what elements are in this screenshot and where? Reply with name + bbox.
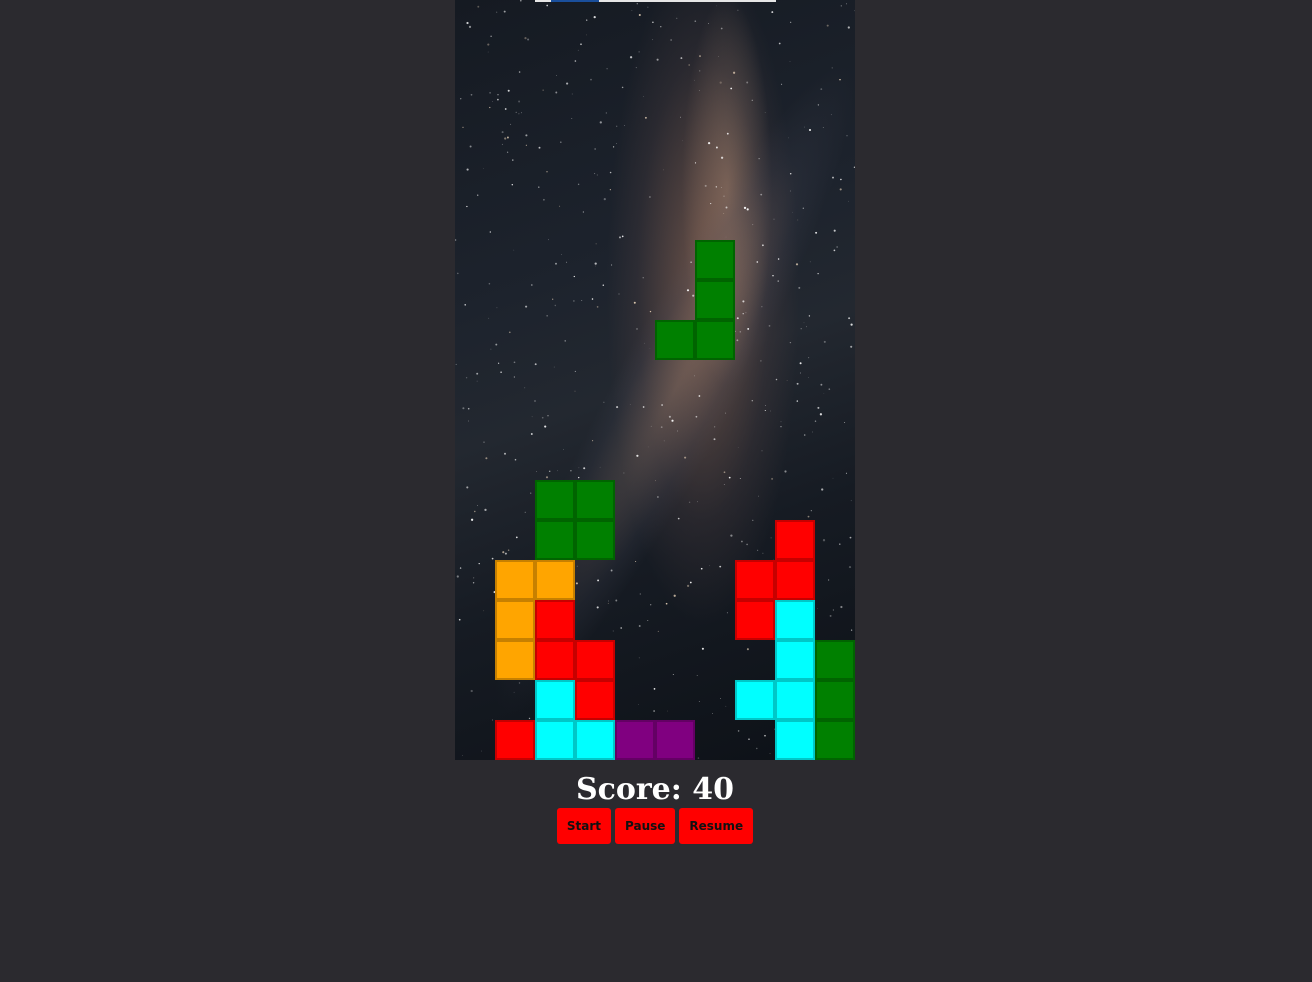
settled-block-green: [815, 720, 855, 760]
top-edge-accent: [551, 0, 599, 2]
resume-button[interactable]: Resume: [679, 808, 754, 844]
falling-piece-block: [695, 280, 735, 320]
settled-block-green: [535, 520, 575, 560]
settled-block-purple: [615, 720, 655, 760]
settled-block-cyan: [535, 720, 575, 760]
settled-block-red: [735, 600, 775, 640]
settled-block-cyan: [775, 720, 815, 760]
settled-block-orange: [495, 640, 535, 680]
control-bar: Start Pause Resume: [455, 808, 855, 844]
game-board: [455, 0, 855, 760]
settled-block-orange: [535, 560, 575, 600]
settled-block-red: [495, 720, 535, 760]
settled-block-cyan: [775, 680, 815, 720]
settled-block-red: [575, 640, 615, 680]
settled-block-cyan: [735, 680, 775, 720]
settled-block-cyan: [575, 720, 615, 760]
settled-block-green: [575, 480, 615, 520]
falling-piece-block: [695, 240, 735, 280]
settled-block-orange: [495, 560, 535, 600]
settled-block-green: [815, 680, 855, 720]
pause-button[interactable]: Pause: [615, 808, 676, 844]
settled-block-cyan: [775, 600, 815, 640]
page: Score: 40 Start Pause Resume: [0, 0, 1312, 982]
settled-block-purple: [655, 720, 695, 760]
settled-block-red: [535, 640, 575, 680]
settled-block-red: [575, 680, 615, 720]
settled-block-red: [775, 520, 815, 560]
settled-block-cyan: [535, 680, 575, 720]
settled-block-green: [815, 640, 855, 680]
settled-block-green: [575, 520, 615, 560]
settled-block-green: [535, 480, 575, 520]
settled-block-red: [535, 600, 575, 640]
falling-piece-block: [655, 320, 695, 360]
settled-block-red: [735, 560, 775, 600]
score-display: Score: 40: [575, 772, 735, 807]
settled-block-cyan: [775, 640, 815, 680]
falling-piece-block: [695, 320, 735, 360]
settled-block-red: [775, 560, 815, 600]
start-button[interactable]: Start: [556, 808, 611, 844]
settled-block-orange: [495, 600, 535, 640]
